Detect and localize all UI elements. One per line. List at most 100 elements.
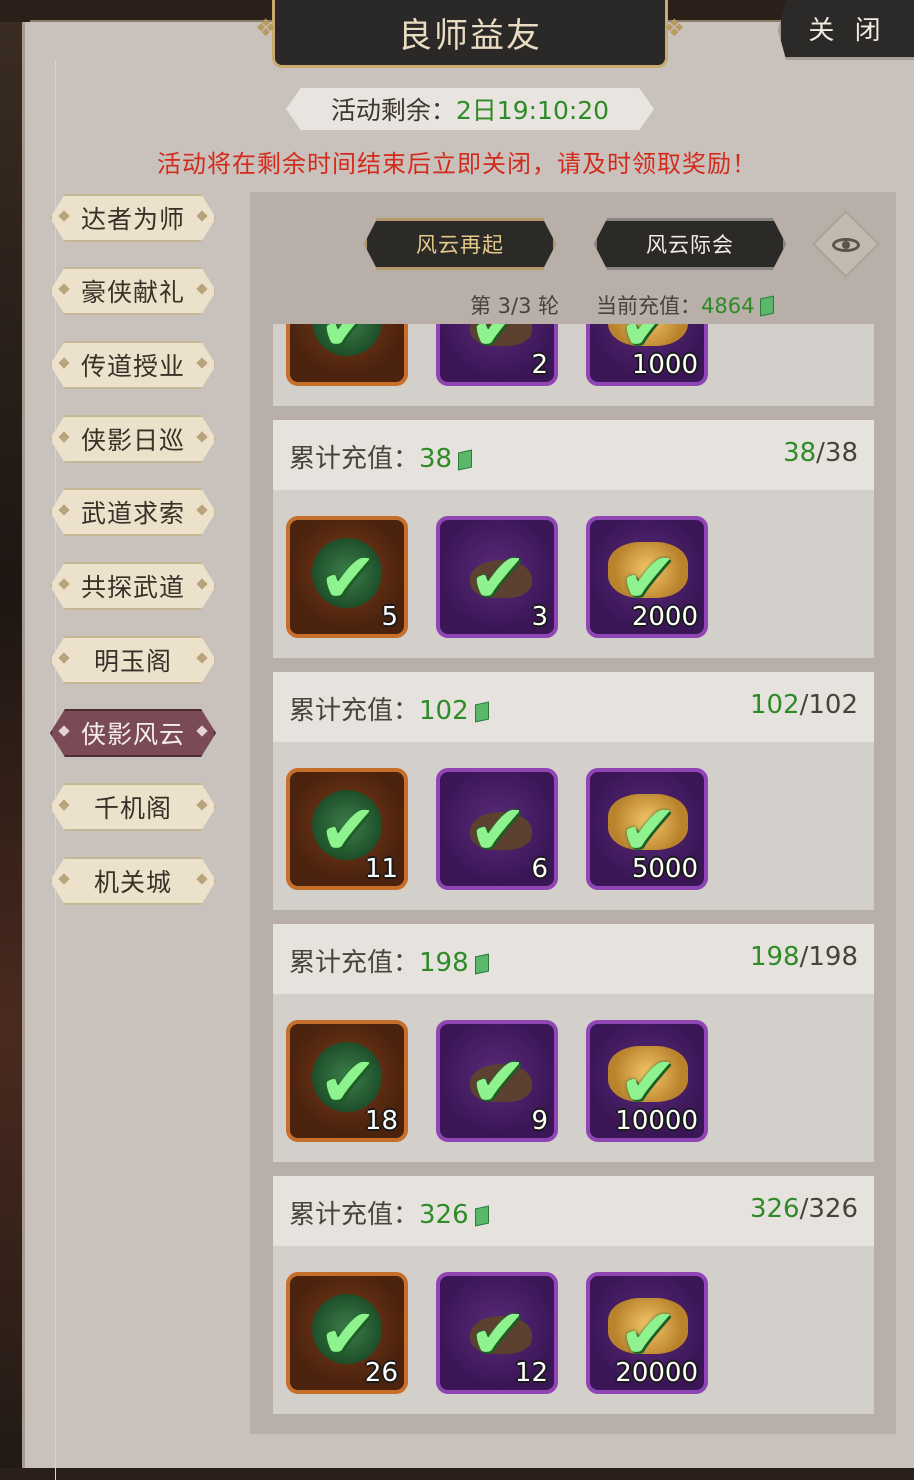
reward-item-seed-pouch[interactable]: ✔ 3: [436, 516, 558, 638]
progress-current: 326: [749, 1194, 800, 1224]
sidebar-item-label: 明玉阁: [93, 647, 172, 676]
tier-label: 累计充值：38: [289, 438, 473, 475]
jade-currency-icon: [474, 701, 489, 723]
progress-total: /326: [799, 1194, 858, 1224]
checkmark-icon: ✔: [468, 324, 528, 367]
round-indicator: 第 3/3 轮: [470, 294, 560, 318]
reward-item-jade-token[interactable]: ✔ 11: [286, 768, 408, 890]
tier-label: 累计充值：198: [289, 942, 489, 979]
item-count: 5000: [631, 854, 698, 884]
reward-item-gold-ingot[interactable]: ✔ 2000: [586, 516, 708, 638]
reward-item-gold-ingot[interactable]: ✔ 1000: [586, 324, 708, 386]
sidebar-item-xiayingrixun[interactable]: 侠影日巡: [50, 415, 216, 463]
title-plate: ❖ 良师益友 ❖: [255, 0, 685, 68]
item-count: 6: [531, 854, 548, 884]
reward-item-jade-token[interactable]: ✔: [286, 324, 408, 386]
page-title: 良师益友: [398, 16, 542, 56]
tier-progress: 102/102: [750, 690, 858, 720]
item-count: 26: [364, 1358, 398, 1388]
sidebar-item-qianjige[interactable]: 千机阁: [50, 783, 216, 831]
checkmark-icon: ✔: [468, 537, 528, 619]
reward-item-gold-ingot[interactable]: ✔ 20000: [586, 1272, 708, 1394]
tier-label-text: 累计充值：: [289, 444, 420, 474]
sidebar-item-chuandaoshouye[interactable]: 传道授业: [50, 341, 216, 389]
sidebar-item-label: 侠影日巡: [80, 426, 185, 455]
checkmark-icon: ✔: [318, 324, 378, 367]
sidebar-item-wudaoqiusuo[interactable]: 武道求索: [50, 488, 216, 536]
sidebar-item-jiguancheng[interactable]: 机关城: [50, 857, 216, 905]
progress-total: /198: [799, 942, 858, 972]
reward-item-gold-ingot[interactable]: ✔ 10000: [586, 1020, 708, 1142]
tier-progress: 198/198: [750, 942, 858, 972]
reward-item-jade-token[interactable]: ✔ 18: [286, 1020, 408, 1142]
sidebar-item-mingyuge[interactable]: 明玉阁: [50, 636, 216, 684]
jade-currency-icon: [458, 449, 473, 471]
item-count: 2: [531, 350, 548, 380]
reward-item-seed-pouch[interactable]: ✔ 12: [436, 1272, 558, 1394]
sidebar-item-dazheweishi[interactable]: 达者为师: [50, 194, 216, 242]
tier-label-text: 累计充值：: [289, 696, 420, 726]
current-recharge: 当前充值：4864: [596, 290, 775, 320]
item-count: 10000: [615, 1106, 698, 1136]
reward-item-gold-ingot[interactable]: ✔ 5000: [586, 768, 708, 890]
item-count: 2000: [631, 602, 698, 632]
sidebar-item-label: 传道授业: [80, 352, 185, 381]
reward-item-seed-pouch[interactable]: ✔ 6: [436, 768, 558, 890]
tier-threshold: 198: [419, 948, 469, 978]
sidebar-item-label: 侠影风云: [80, 720, 185, 749]
sidebar-item-label: 武道求索: [80, 499, 185, 528]
close-button[interactable]: 关 闭: [778, 0, 914, 60]
sidebar-item-xiayingfengyun[interactable]: 侠影风云: [50, 709, 216, 757]
tier-header: 累计充值：102 102/102: [273, 672, 874, 742]
reward-item-jade-token[interactable]: ✔ 26: [286, 1272, 408, 1394]
tier-label-text: 累计充值：: [289, 948, 420, 978]
reward-item-jade-token[interactable]: ✔ 5: [286, 516, 408, 638]
reward-item-seed-pouch[interactable]: ✔ 2: [436, 324, 558, 386]
sidebar-item-label: 达者为师: [80, 205, 185, 234]
ornament-left-icon: ❖: [255, 14, 277, 42]
item-count: 9: [531, 1106, 548, 1136]
tier-header: 累计充值：38 38/38: [273, 420, 874, 490]
item-count: 1000: [631, 350, 698, 380]
tier-progress: 326/326: [750, 1194, 858, 1224]
jade-currency-icon: [474, 1205, 489, 1227]
timer-value: 2日19:10:20: [455, 96, 610, 125]
tab-fengyunjihui[interactable]: 风云际会: [594, 218, 786, 270]
progress-current: 198: [749, 942, 800, 972]
reward-item-seed-pouch[interactable]: ✔ 9: [436, 1020, 558, 1142]
panel-border-line: [55, 60, 56, 1480]
tier-rewards: ✔ 26 ✔ 12 ✔ 20000: [273, 1246, 874, 1414]
checkmark-icon: ✔: [468, 1041, 528, 1123]
checkmark-icon: ✔: [468, 789, 528, 871]
tab-fengyunzaiqi[interactable]: 风云再起: [364, 218, 556, 270]
sidebar-item-label: 共探武道: [80, 573, 185, 602]
tier-header: 累计充值：198 198/198: [273, 924, 874, 994]
tab-label: 风云再起: [416, 233, 504, 257]
tier-rewards: ✔ 18 ✔ 9 ✔ 10000: [273, 994, 874, 1162]
timer-banner: 活动剩余： 2日19:10:20: [286, 88, 654, 130]
sidebar-item-label: 千机阁: [93, 794, 172, 823]
sidebar-item-haoxiaxianli[interactable]: 豪侠献礼: [50, 267, 216, 315]
tier-rewards: ✔ 5 ✔ 3 ✔ 2000: [273, 490, 874, 658]
tier-threshold: 102: [419, 696, 469, 726]
ornament-right-icon: ❖: [663, 14, 685, 42]
tier-threshold: 326: [419, 1200, 469, 1230]
progress-total: /38: [816, 438, 858, 468]
sidebar-item-label: 机关城: [93, 868, 172, 897]
recharge-value: 4864: [701, 294, 755, 318]
jade-currency-icon: [474, 953, 489, 975]
progress-total: /102: [799, 690, 858, 720]
item-count: 11: [364, 854, 398, 884]
tab-label: 风云际会: [646, 233, 734, 257]
tier-label: 累计充值：102: [289, 690, 489, 727]
tier-partial: ✔ ✔ 2 ✔ 1000: [273, 324, 874, 406]
item-count: 3: [531, 602, 548, 632]
tier-label: 累计充值：326: [289, 1194, 489, 1231]
close-button-label: 关 闭: [808, 16, 887, 46]
item-count: 12: [514, 1358, 548, 1388]
timer-label: 活动剩余：: [330, 96, 456, 125]
checkmark-icon: ✔: [318, 537, 378, 619]
sidebar-item-gongtanwudao[interactable]: 共探武道: [50, 562, 216, 610]
progress-current: 102: [749, 690, 800, 720]
tier-rewards: ✔ 11 ✔ 6 ✔ 5000: [273, 742, 874, 910]
